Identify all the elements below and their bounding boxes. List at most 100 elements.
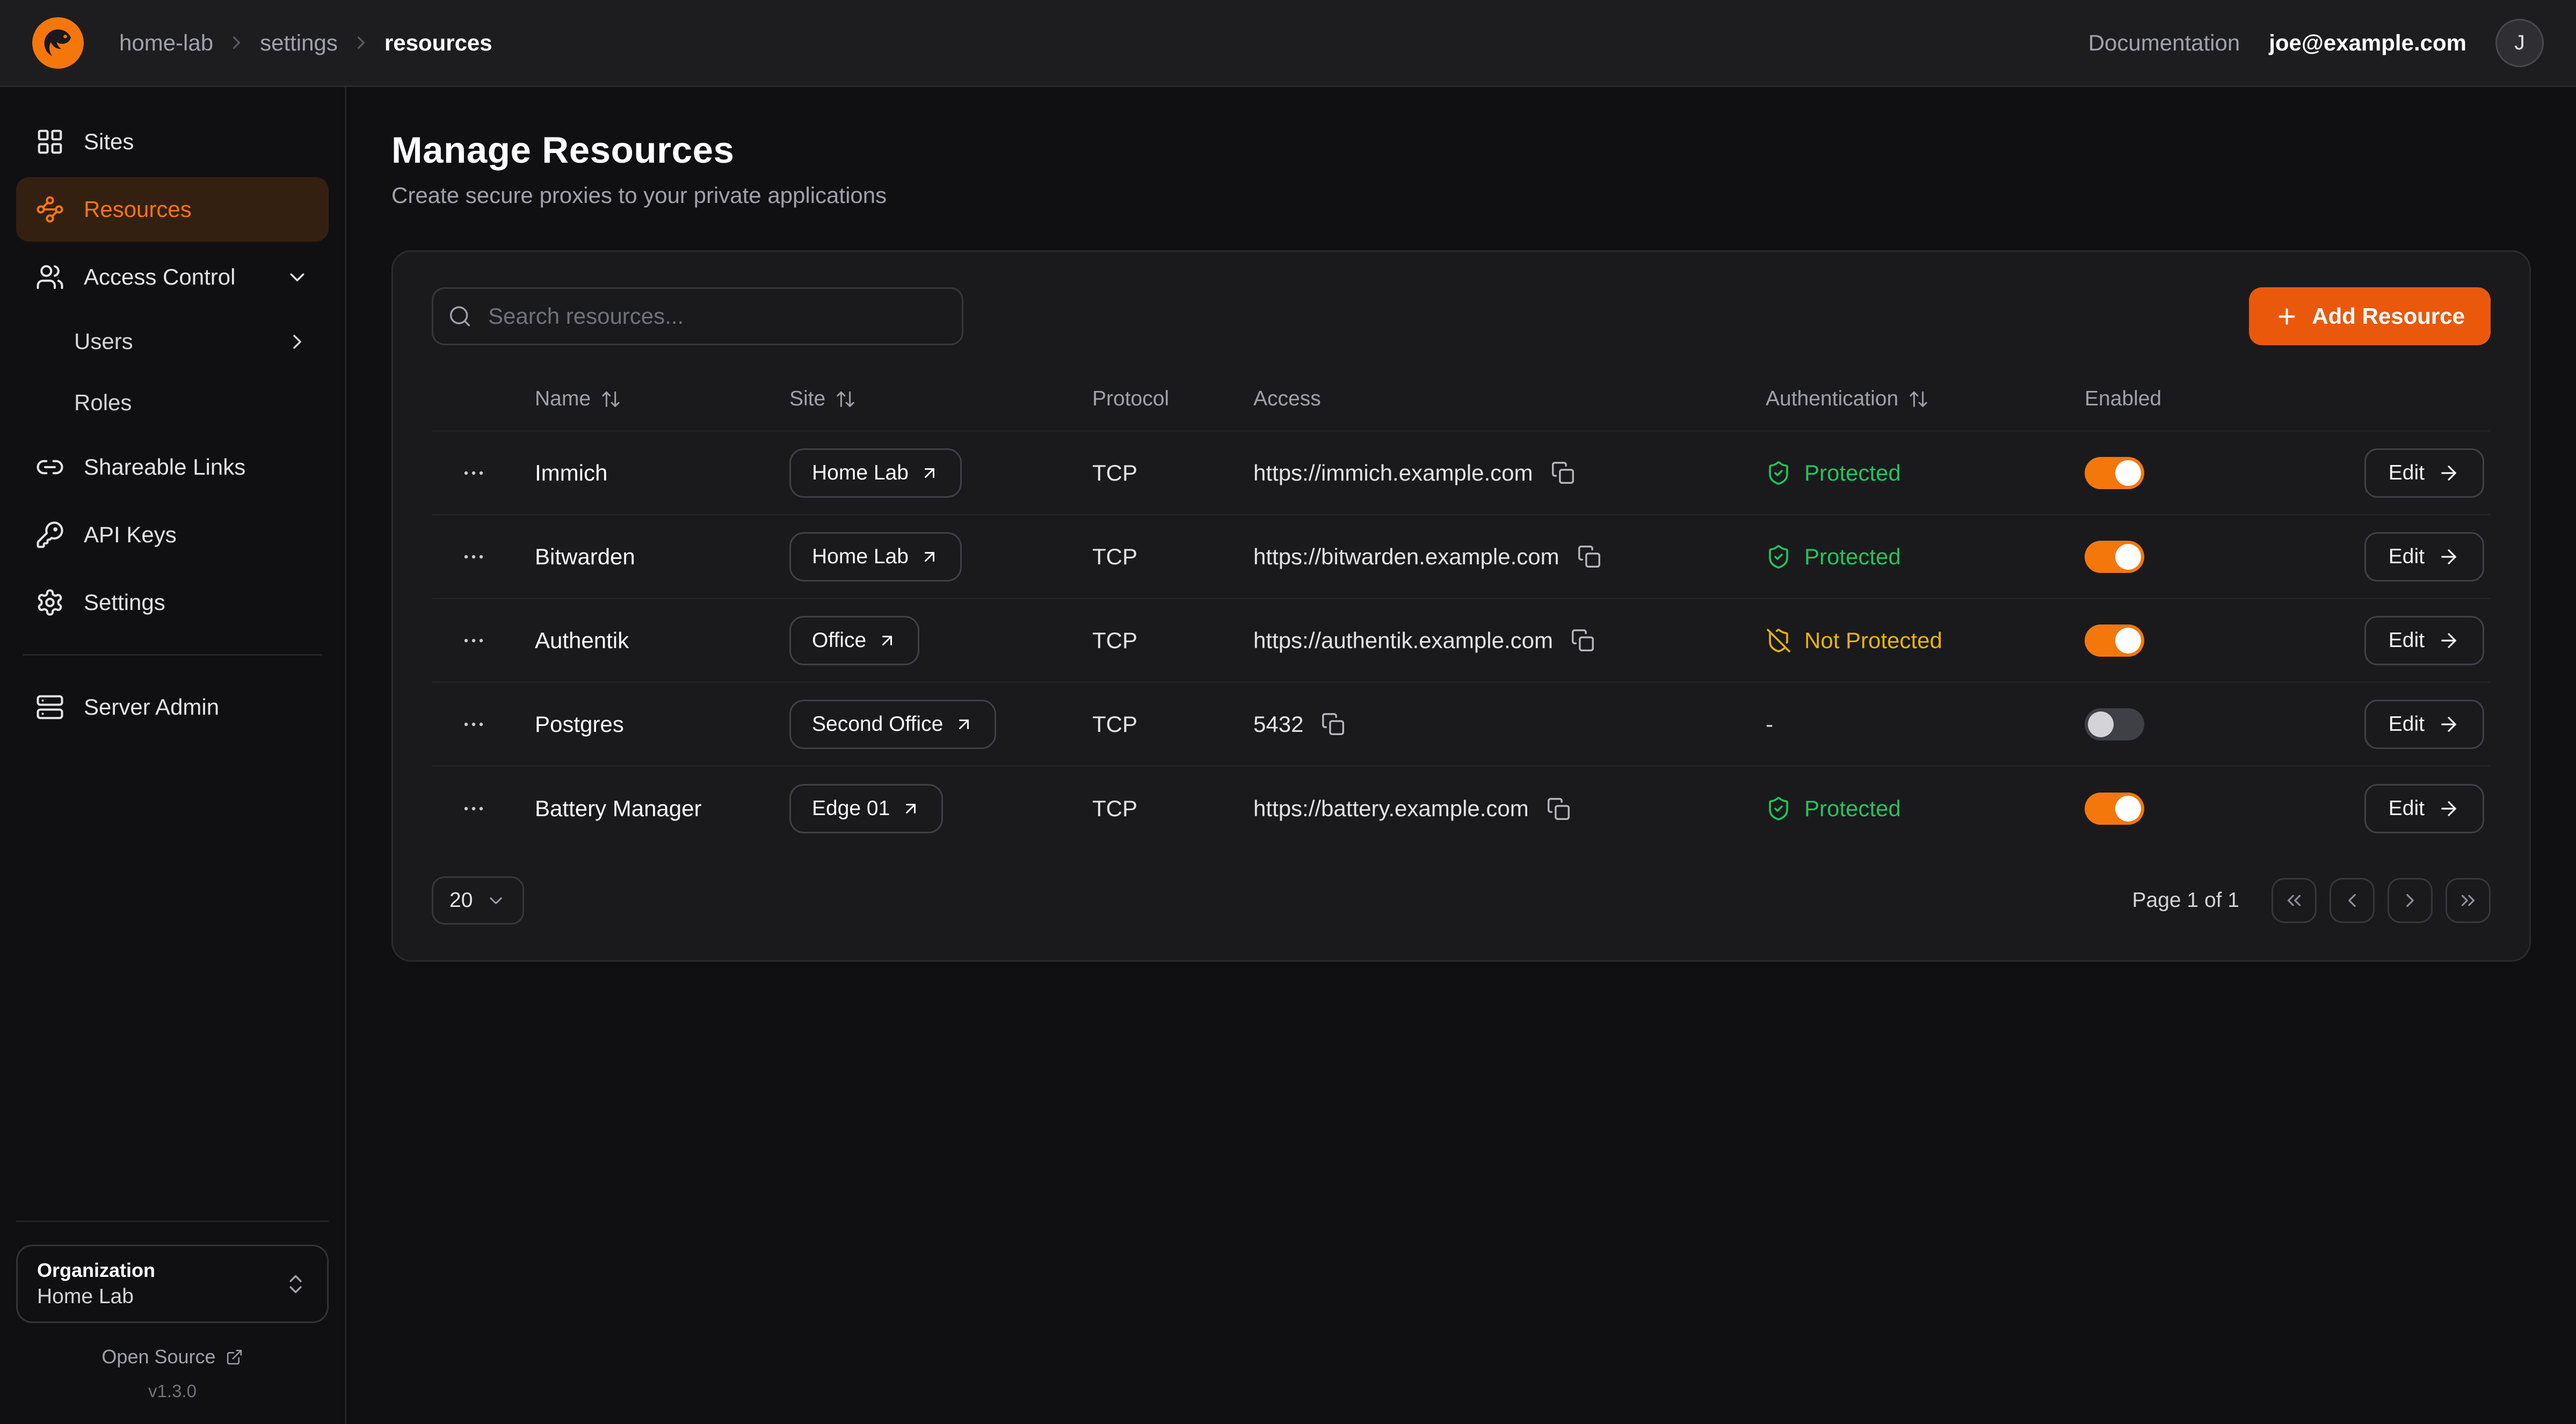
site-link[interactable]: Second Office xyxy=(789,700,996,749)
resources-icon xyxy=(35,195,64,224)
auth-status-label: - xyxy=(1766,711,1773,737)
table-row: Battery Manager Edge 01 TCP https://batt… xyxy=(432,767,2491,851)
pagination: Page 1 of 1 xyxy=(2132,878,2491,923)
open-source-label: Open Source xyxy=(101,1346,215,1368)
edit-button[interactable]: Edit xyxy=(2364,448,2484,498)
edit-button[interactable]: Edit xyxy=(2364,616,2484,665)
ellipsis-icon xyxy=(461,460,487,486)
row-actions-button[interactable] xyxy=(454,537,493,576)
sidebar-item-resources[interactable]: Resources xyxy=(16,177,329,242)
enabled-toggle[interactable] xyxy=(2085,708,2144,740)
arrow-up-right-icon xyxy=(920,547,939,566)
copy-icon xyxy=(1551,461,1575,485)
arrow-up-right-icon xyxy=(954,715,974,734)
site-link[interactable]: Office xyxy=(789,616,919,665)
first-page-button[interactable] xyxy=(2272,878,2317,923)
toggle-knob xyxy=(2115,628,2141,653)
sidebar-item-sites[interactable]: Sites xyxy=(16,110,329,174)
breadcrumb-resources[interactable]: resources xyxy=(384,30,492,56)
auth-status-label: Protected xyxy=(1804,544,1901,570)
sidebar-item-users[interactable]: Users xyxy=(16,313,329,370)
edit-button[interactable]: Edit xyxy=(2364,532,2484,582)
card-toolbar: Add Resource xyxy=(432,287,2491,345)
sidebar-item-shareable-links[interactable]: Shareable Links xyxy=(16,435,329,499)
search-input[interactable] xyxy=(432,287,963,345)
ellipsis-icon xyxy=(461,711,487,737)
resource-protocol: TCP xyxy=(1092,711,1253,737)
chevrons-right-icon xyxy=(2457,889,2479,912)
users-group-icon xyxy=(35,263,64,292)
row-actions-button[interactable] xyxy=(454,621,493,660)
auth-status: - xyxy=(1766,711,1773,737)
header-name[interactable]: Name xyxy=(535,368,789,430)
search-icon xyxy=(448,304,472,329)
page-title: Manage Resources xyxy=(391,129,2531,171)
table-header: Name Site Protocol Access Authentication… xyxy=(432,368,2491,432)
auth-status: Protected xyxy=(1766,796,1901,822)
chevron-left-icon xyxy=(2341,889,2363,912)
arrow-right-icon xyxy=(2437,629,2460,652)
sidebar-item-settings[interactable]: Settings xyxy=(16,570,329,635)
site-name: Second Office xyxy=(812,713,943,736)
breadcrumb-settings[interactable]: settings xyxy=(260,30,338,56)
copy-button[interactable] xyxy=(1548,457,1578,488)
sidebar-item-label: Access Control xyxy=(84,264,235,290)
table-row: Postgres Second Office TCP 5432 - xyxy=(432,683,2491,767)
sidebar-item-label: Shareable Links xyxy=(84,454,245,480)
header-authentication[interactable]: Authentication xyxy=(1766,368,2085,430)
page-size-select[interactable]: 20 xyxy=(432,876,524,925)
row-actions-button[interactable] xyxy=(454,789,493,828)
sidebar-item-server-admin[interactable]: Server Admin xyxy=(16,675,329,739)
enabled-toggle[interactable] xyxy=(2085,457,2144,489)
edit-button[interactable]: Edit xyxy=(2364,700,2484,749)
page-subtitle: Create secure proxies to your private ap… xyxy=(391,183,2531,208)
row-actions-button[interactable] xyxy=(454,454,493,492)
sidebar-item-api-keys[interactable]: API Keys xyxy=(16,503,329,567)
auth-status: Protected xyxy=(1766,544,1901,570)
copy-button[interactable] xyxy=(1318,709,1348,739)
chevron-right-icon xyxy=(2399,889,2421,912)
copy-icon xyxy=(1571,628,1595,652)
site-link[interactable]: Home Lab xyxy=(789,448,962,498)
copy-button[interactable] xyxy=(1568,625,1598,656)
arrow-right-icon xyxy=(2437,546,2460,568)
site-link[interactable]: Edge 01 xyxy=(789,784,943,833)
last-page-button[interactable] xyxy=(2446,878,2491,923)
sidebar-nav: Sites Resources Access Control Users Rol xyxy=(16,110,329,739)
open-source-link[interactable]: Open Source xyxy=(101,1346,243,1368)
enabled-toggle[interactable] xyxy=(2085,541,2144,573)
organization-selector[interactable]: Organization Home Lab xyxy=(16,1245,329,1323)
search-container xyxy=(432,287,963,345)
ellipsis-icon xyxy=(461,796,487,822)
sidebar-item-roles[interactable]: Roles xyxy=(16,374,329,432)
header-enabled: Enabled xyxy=(2085,368,2313,430)
copy-icon xyxy=(1547,797,1571,821)
sidebar-item-access-control[interactable]: Access Control xyxy=(16,245,329,309)
add-resource-button[interactable]: Add Resource xyxy=(2249,287,2491,345)
enabled-toggle[interactable] xyxy=(2085,793,2144,825)
copy-button[interactable] xyxy=(1574,541,1605,572)
chevron-right-icon xyxy=(226,32,247,53)
pangolin-logo[interactable] xyxy=(32,17,84,69)
enabled-toggle[interactable] xyxy=(2085,624,2144,657)
chevron-right-icon xyxy=(285,330,309,354)
copy-button[interactable] xyxy=(1543,794,1574,824)
chevron-right-icon xyxy=(351,32,372,53)
row-actions-button[interactable] xyxy=(454,705,493,744)
documentation-link[interactable]: Documentation xyxy=(2088,30,2240,56)
sidebar: Sites Resources Access Control Users Rol xyxy=(0,87,346,1424)
edit-button-label: Edit xyxy=(2389,713,2425,736)
header-access: Access xyxy=(1253,368,1766,430)
site-name: Home Lab xyxy=(812,461,909,485)
access-url: https://battery.example.com xyxy=(1253,796,1529,822)
table-footer: 20 Page 1 of 1 xyxy=(432,876,2491,925)
next-page-button[interactable] xyxy=(2388,878,2433,923)
avatar[interactable]: J xyxy=(2495,19,2544,67)
edit-button[interactable]: Edit xyxy=(2364,784,2484,833)
previous-page-button[interactable] xyxy=(2330,878,2375,923)
app-version: v1.3.0 xyxy=(16,1381,329,1401)
header-site[interactable]: Site xyxy=(789,368,1092,430)
breadcrumb-home-lab[interactable]: home-lab xyxy=(119,30,213,56)
chevrons-up-down-icon xyxy=(284,1272,308,1296)
site-link[interactable]: Home Lab xyxy=(789,532,962,582)
